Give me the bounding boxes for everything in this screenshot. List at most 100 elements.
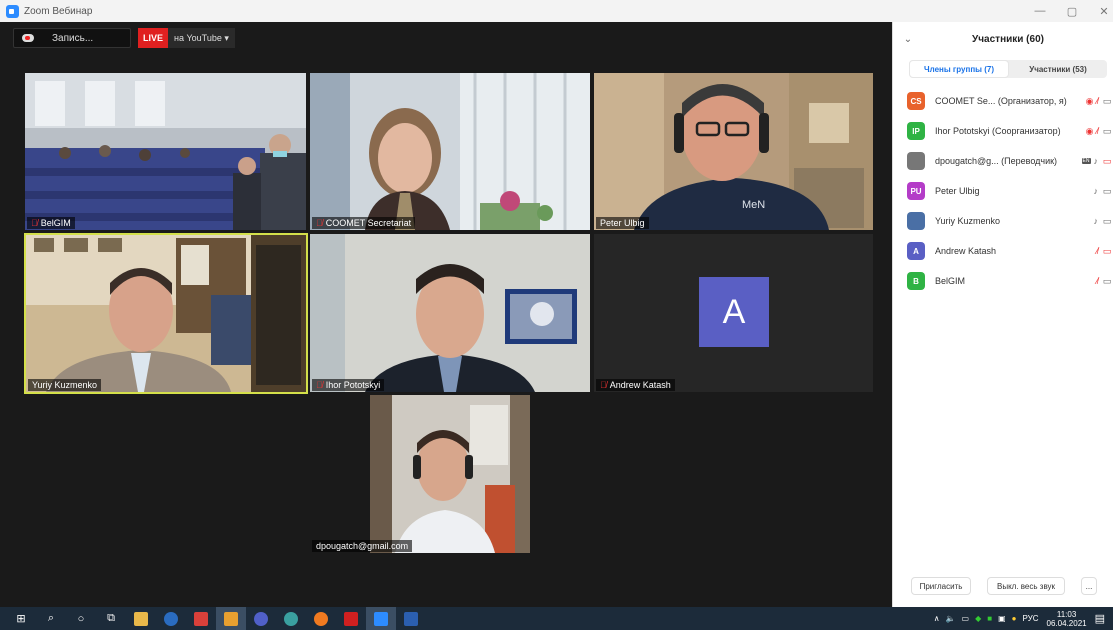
live-stream-indicator[interactable]: LIVE на YouTube ▾ [138, 28, 235, 48]
tile-name-label: 🎙̸ Ihor Pototskyi [312, 379, 385, 391]
shirt-logo-text: MeN [742, 199, 765, 211]
tile-name-label: 🎙̸ COOMET Secretariat [312, 217, 416, 229]
participant-row[interactable]: CS COOMET Se... (Организатор, я) ◉ ⁄̸ ▭ [893, 86, 1113, 116]
tile-name-label: 🎙̸ Andrew Katash [596, 379, 675, 391]
cortana-icon[interactable]: ○ [66, 607, 96, 630]
tile-video-dpougatch [370, 395, 530, 553]
app-icon-5[interactable] [276, 607, 306, 630]
tray-chevron-icon[interactable]: ∧ [934, 614, 940, 623]
tile-name-label: Peter Ulbig [596, 217, 649, 229]
recording-icon: ◉ [1085, 125, 1094, 136]
tray-app-icon[interactable]: ■ [987, 614, 992, 623]
mute-all-button[interactable]: Выкл. весь звук [987, 577, 1065, 595]
volume-icon[interactable]: 🔈 [946, 614, 956, 623]
mic-off-icon[interactable]: ⁄̸ [1096, 96, 1098, 106]
minimize-button[interactable]: — [1022, 0, 1058, 22]
shield-icon[interactable]: ◆ [975, 614, 981, 623]
battery-icon[interactable]: ▭ [962, 614, 970, 623]
app-icon-4[interactable] [246, 607, 276, 630]
camera-off-icon[interactable]: ▭ [1101, 156, 1113, 167]
participant-name: Peter Ulbig [935, 186, 980, 196]
tab-attendees[interactable]: Участники (53) [1009, 60, 1107, 78]
video-tile-yuriy-kuzmenko[interactable]: Yuriy Kuzmenko [24, 233, 308, 394]
mic-off-icon: 🎙̸ [316, 218, 323, 228]
file-explorer-icon[interactable] [126, 607, 156, 630]
tray-app-icon-2[interactable]: ● [1012, 614, 1017, 623]
participant-avatar: CS [907, 92, 925, 110]
participants-footer: Пригласить Выкл. весь звук ... [893, 577, 1113, 595]
video-tile-peter-ulbig[interactable]: MeN Peter Ulbig [594, 73, 873, 230]
search-icon[interactable]: ⌕ [36, 607, 66, 630]
recording-indicator[interactable]: Запись... [13, 28, 131, 48]
participant-row[interactable]: Yuriy Kuzmenko ♪ ▭ [893, 206, 1113, 236]
video-tile-dpougatch[interactable]: dpougatch@gmail.com [310, 395, 590, 553]
participant-status-icons: ♪ ▭ [1094, 186, 1113, 197]
acrobat-icon[interactable] [336, 607, 366, 630]
stream-target-dropdown[interactable]: на YouTube ▾ [174, 33, 229, 44]
task-view-icon[interactable]: ⧉ [96, 607, 126, 630]
mic-off-icon[interactable]: ⁄̸ [1096, 246, 1098, 256]
video-tile-andrew-katash[interactable]: A 🎙̸ Andrew Katash [594, 234, 873, 392]
participant-name: Ihor Pototskyi (Соорганизатор) [935, 126, 1061, 136]
participant-row[interactable]: dpougatch@g... (Переводчик) EN ♪ ▭ [893, 146, 1113, 176]
chevron-down-icon[interactable]: ⌄ [893, 34, 923, 45]
video-tile-ihor-pototskyi[interactable]: 🎙̸ Ihor Pototskyi [310, 234, 590, 392]
participants-tabs: Члены группы (7) Участники (53) [909, 60, 1107, 78]
clock[interactable]: 11:03 06.04.2021 [1047, 610, 1087, 628]
start-icon[interactable]: ⊞ [6, 607, 36, 630]
participant-avatar [907, 212, 925, 230]
participant-avatar: IP [907, 122, 925, 140]
word-icon[interactable] [396, 607, 426, 630]
network-icon[interactable]: ▣ [998, 614, 1006, 623]
tile-video-yuriy-kuzmenko [26, 235, 306, 392]
close-button[interactable]: ✕ [1086, 0, 1113, 22]
camera-icon[interactable]: ▭ [1101, 96, 1113, 107]
tile-name-label: dpougatch@gmail.com [312, 540, 413, 552]
tile-name-label: 🎙̸ BelGIM [27, 217, 75, 229]
participants-title: Участники (60) [972, 33, 1044, 45]
participants-panel: ⌄ Участники (60) Члены группы (7) Участн… [892, 22, 1113, 607]
participant-row[interactable]: IP Ihor Pototskyi (Соорганизатор) ◉ ⁄̸ ▭ [893, 116, 1113, 146]
mic-icon[interactable]: ♪ [1094, 216, 1099, 226]
firefox-icon[interactable] [306, 607, 336, 630]
avatar: A [699, 277, 769, 347]
video-stage: Запись... LIVE на YouTube ▾ � [0, 22, 892, 607]
participant-avatar: A [907, 242, 925, 260]
tile-video-ihor-pototskyi [310, 234, 590, 392]
app-icon-3[interactable] [216, 607, 246, 630]
mic-icon[interactable]: ♪ [1094, 186, 1099, 196]
notifications-icon[interactable]: ▤ [1095, 612, 1105, 625]
tile-video-belgim [25, 73, 306, 230]
maximize-button[interactable]: ▢ [1054, 0, 1090, 22]
app-icon-2[interactable] [186, 607, 216, 630]
video-tile-coomet[interactable]: 🎙̸ COOMET Secretariat [310, 73, 590, 230]
participant-status-icons: ◉ ⁄̸ ▭ [1086, 96, 1113, 107]
participant-name: Andrew Katash [935, 246, 997, 256]
app-icon-1[interactable] [156, 607, 186, 630]
participant-name: BelGIM [935, 276, 966, 286]
more-options-button[interactable]: ... [1081, 577, 1097, 595]
zoom-taskbar-icon[interactable] [366, 607, 396, 630]
mic-icon[interactable]: ♪ [1094, 156, 1099, 166]
participant-row[interactable]: A Andrew Katash ⁄̸ ▭ [893, 236, 1113, 266]
invite-button[interactable]: Пригласить [911, 577, 971, 595]
participant-status-icons: ⁄̸ ▭ [1096, 246, 1113, 257]
camera-off-icon[interactable]: ▭ [1101, 246, 1113, 257]
camera-icon[interactable]: ▭ [1101, 276, 1113, 287]
live-badge: LIVE [138, 28, 169, 48]
camera-icon[interactable]: ▭ [1101, 186, 1113, 197]
clock-date: 06.04.2021 [1046, 618, 1087, 628]
recording-label: Запись... [52, 32, 94, 44]
language-indicator[interactable]: РУС [1023, 614, 1039, 623]
interpreter-language-badge: EN [1081, 158, 1091, 164]
participant-row[interactable]: B BelGIM ⁄̸ ▭ [893, 266, 1113, 296]
mic-off-icon[interactable]: ⁄̸ [1096, 276, 1098, 286]
camera-icon[interactable]: ▭ [1101, 126, 1113, 137]
participants-header: ⌄ Участники (60) [893, 22, 1113, 56]
video-tile-belgim[interactable]: 🎙̸ BelGIM [25, 73, 306, 230]
tab-panelists[interactable]: Члены группы (7) [909, 60, 1009, 78]
tile-video-coomet [310, 73, 590, 230]
mic-off-icon[interactable]: ⁄̸ [1096, 126, 1098, 136]
participant-row[interactable]: PU Peter Ulbig ♪ ▭ [893, 176, 1113, 206]
camera-icon[interactable]: ▭ [1101, 216, 1113, 227]
